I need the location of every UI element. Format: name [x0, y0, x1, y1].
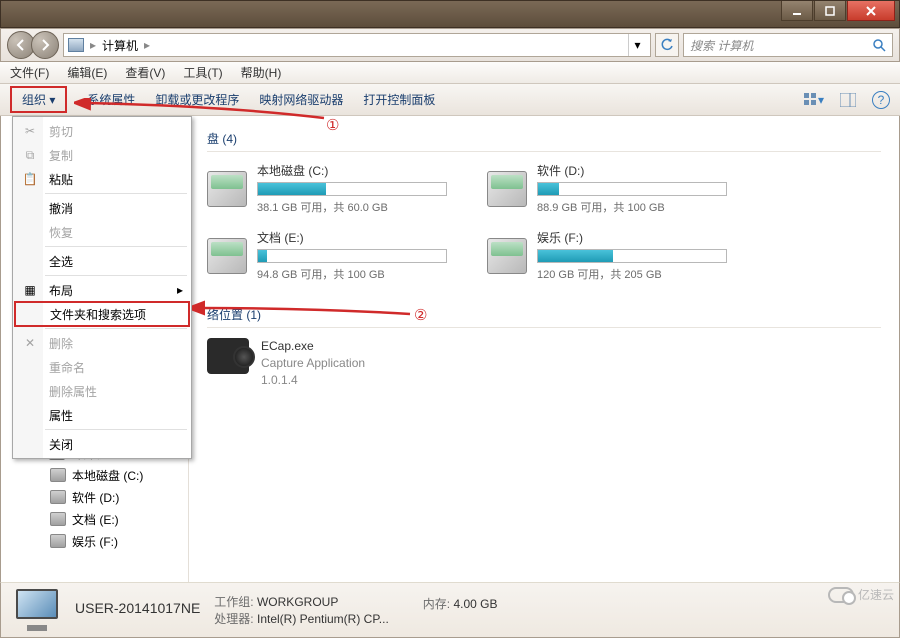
menu-properties[interactable]: 属性: [15, 403, 189, 427]
details-name: USER-20141017NE: [75, 600, 200, 616]
drives-pane: 盘 (4) 本地磁盘 (C:) 38.1 GB 可用，共 60.0 GB 软件 …: [189, 116, 899, 582]
navigation-bar: ▸ 计算机 ▸ ▾ 搜索 计算机: [0, 28, 900, 62]
computer-icon: [68, 38, 84, 52]
hdd-icon: [50, 468, 66, 482]
maximize-button[interactable]: [814, 1, 846, 21]
menu-undo[interactable]: 撤消: [15, 196, 189, 220]
menu-bar: 文件(F) 编辑(E) 查看(V) 工具(T) 帮助(H): [0, 62, 900, 84]
hdd-icon: [50, 534, 66, 548]
forward-button[interactable]: [31, 31, 59, 59]
refresh-button[interactable]: [655, 33, 679, 57]
organize-menu: ✂剪切 ⧉复制 📋粘贴 撤消 恢复 全选 ▦布局▸ 文件夹和搜索选项 ✕删除 重…: [12, 116, 192, 459]
search-placeholder: 搜索 计算机: [690, 37, 753, 54]
system-properties-button[interactable]: 系统属性: [87, 91, 135, 108]
drive-c[interactable]: 本地磁盘 (C:) 38.1 GB 可用，共 60.0 GB: [207, 162, 457, 215]
control-panel-button[interactable]: 打开控制面板: [363, 91, 435, 108]
search-input[interactable]: 搜索 计算机: [683, 33, 893, 57]
delete-icon: ✕: [21, 334, 39, 352]
menu-folder-options[interactable]: 文件夹和搜索选项: [14, 301, 190, 327]
drive-d[interactable]: 软件 (D:) 88.9 GB 可用，共 100 GB: [487, 162, 737, 215]
menu-help[interactable]: 帮助(H): [241, 64, 282, 81]
watermark: 亿速云: [828, 586, 894, 603]
menu-tools[interactable]: 工具(T): [183, 64, 222, 81]
address-dropdown-icon[interactable]: ▾: [628, 34, 646, 56]
address-bar[interactable]: ▸ 计算机 ▸ ▾: [63, 33, 651, 57]
tree-e[interactable]: 文档 (E:): [20, 508, 175, 530]
submenu-arrow-icon: ▸: [177, 283, 183, 297]
menu-close[interactable]: 关闭: [15, 432, 189, 456]
breadcrumb-sep: ▸: [90, 38, 96, 52]
toolbar: 组织 ▾ 系统属性 卸载或更改程序 映射网络驱动器 打开控制面板 ▾ ?: [0, 84, 900, 116]
tree-d[interactable]: 软件 (D:): [20, 486, 175, 508]
menu-paste[interactable]: 📋粘贴: [15, 167, 189, 191]
hdd-icon: [50, 512, 66, 526]
breadcrumb-sep2: ▸: [144, 38, 150, 52]
details-pane: USER-20141017NE 工作组: WORKGROUP 处理器: Inte…: [0, 582, 900, 638]
menu-selectall[interactable]: 全选: [15, 249, 189, 273]
organize-button[interactable]: 组织 ▾: [10, 86, 67, 113]
menu-delete[interactable]: ✕删除: [15, 331, 189, 355]
hdd-icon: [487, 171, 527, 207]
menu-copy[interactable]: ⧉复制: [15, 143, 189, 167]
uninstall-button[interactable]: 卸载或更改程序: [155, 91, 239, 108]
layout-icon: ▦: [21, 281, 39, 299]
preview-pane-icon[interactable]: [838, 91, 858, 109]
close-button[interactable]: [847, 1, 895, 21]
hdd-icon: [487, 238, 527, 274]
drive-e[interactable]: 文档 (E:) 94.8 GB 可用，共 100 GB: [207, 229, 457, 282]
search-icon: [872, 38, 886, 52]
cut-icon: ✂: [21, 122, 39, 140]
section-netloc[interactable]: 络位置 (1): [207, 302, 881, 328]
view-mode-icon[interactable]: ▾: [804, 91, 824, 109]
tree-c[interactable]: 本地磁盘 (C:): [20, 464, 175, 486]
menu-remove-props[interactable]: 删除属性: [15, 379, 189, 403]
minimize-button[interactable]: [781, 1, 813, 21]
menu-view[interactable]: 查看(V): [125, 64, 165, 81]
camera-icon: [207, 338, 249, 374]
section-hdd[interactable]: 盘 (4): [207, 126, 881, 152]
menu-edit[interactable]: 编辑(E): [67, 64, 107, 81]
hdd-icon: [50, 490, 66, 504]
window-titlebar: [0, 0, 900, 28]
paste-icon: 📋: [21, 170, 39, 188]
tree-f[interactable]: 娱乐 (F:): [20, 530, 175, 552]
netloc-item[interactable]: ECap.exe Capture Application 1.0.1.4: [207, 338, 881, 388]
menu-file[interactable]: 文件(F): [10, 64, 49, 81]
menu-rename[interactable]: 重命名: [15, 355, 189, 379]
menu-layout[interactable]: ▦布局▸: [15, 278, 189, 302]
breadcrumb-computer[interactable]: 计算机: [102, 37, 138, 54]
copy-icon: ⧉: [21, 146, 39, 164]
hdd-icon: [207, 238, 247, 274]
drive-f[interactable]: 娱乐 (F:) 120 GB 可用，共 205 GB: [487, 229, 737, 282]
menu-cut[interactable]: ✂剪切: [15, 119, 189, 143]
map-drive-button[interactable]: 映射网络驱动器: [259, 91, 343, 108]
computer-thumb-icon: [13, 589, 61, 631]
menu-redo[interactable]: 恢复: [15, 220, 189, 244]
hdd-icon: [207, 171, 247, 207]
help-icon[interactable]: ?: [872, 91, 890, 109]
